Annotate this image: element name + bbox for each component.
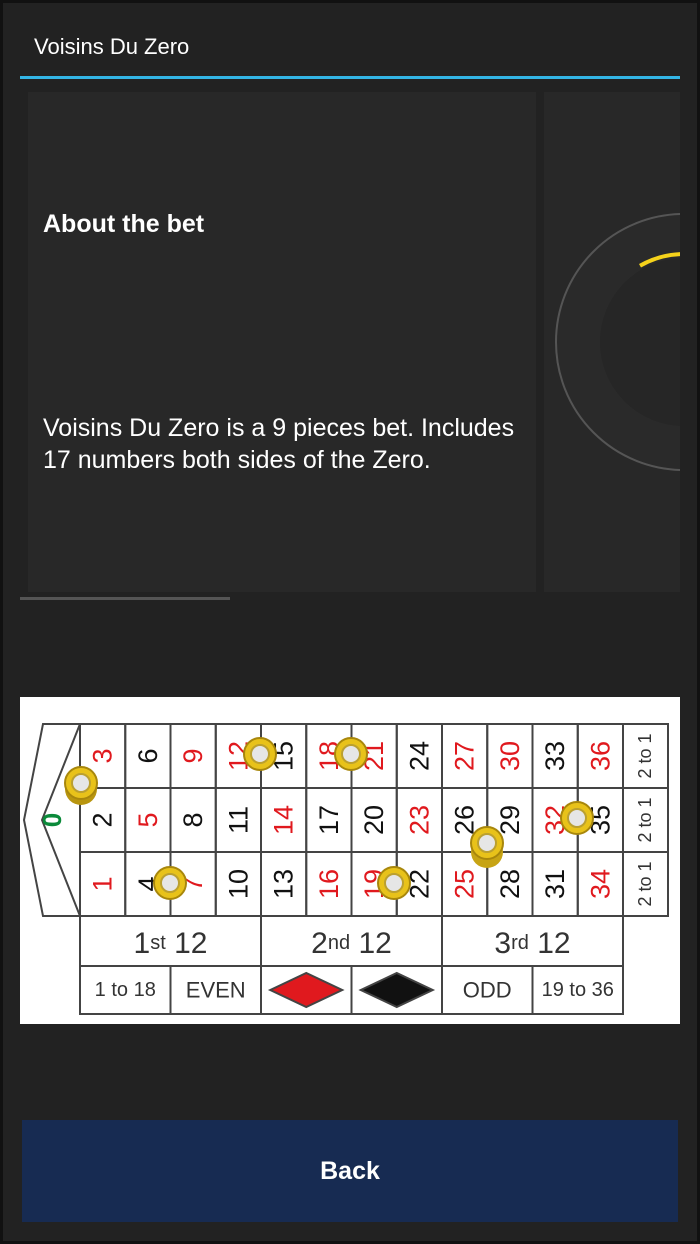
chip-center [567,808,587,828]
chip-center [160,873,180,893]
column-bet-label: 2 to 1 [635,797,655,842]
back-button[interactable]: Back [22,1120,678,1222]
number-label-5: 5 [133,812,163,827]
number-label-3: 3 [88,748,118,763]
roulette-table: 0 3 6 9 12 15 18 21 24 27 30 33 36 2 5 8 11 14 17 20 23 26 29 3… [20,697,680,1024]
number-label-14: 14 [269,805,299,835]
dozen-label: 2nd 12 [311,927,392,960]
chip-center [384,873,404,893]
zero-label: 0 [37,813,67,827]
number-label-1: 1 [88,876,118,891]
number-label-27: 27 [450,741,480,771]
dozen-label: 3rd 12 [494,927,570,960]
number-label-11: 11 [223,806,253,834]
chip-center [71,773,91,793]
black-diamond-icon [358,971,436,1009]
column-bet-label: 2 to 1 [635,733,655,778]
column-bet-label: 2 to 1 [635,861,655,906]
about-description: Voisins Du Zero is a 9 pieces bet. Inclu… [43,414,515,474]
number-label-10: 10 [223,869,253,899]
about-card[interactable]: About the bet Voisins Du Zero is a 9 pie… [28,92,536,592]
number-label-17: 17 [314,805,344,835]
outside-bet-label: EVEN [186,978,246,1003]
wheel-card[interactable]: 3512287291822931142013316 [544,92,680,592]
page-title: Voisins Du Zero [34,34,190,59]
about-heading: About the bet [43,210,205,238]
outside-bet-label: 19 to 36 [542,979,614,1001]
number-label-16: 16 [314,869,344,899]
chip-center [477,833,497,853]
number-label-31: 31 [540,869,570,899]
outside-bet-label: ODD [463,978,512,1003]
roulette-wheel-image: 3512287291822931142013316 [555,213,680,471]
number-label-8: 8 [178,812,208,827]
roulette-board: 03 6 9 12 15 18 21 24 27 30 33 362 5 8 11 14 17 20 23 26 29 3… [22,723,669,1015]
number-label-28: 28 [495,869,525,899]
number-label-20: 20 [359,805,389,835]
number-label-13: 13 [269,869,299,899]
dozen-label: 1st 12 [134,927,208,960]
number-label-30: 30 [495,741,525,771]
number-label-29: 29 [495,805,525,835]
number-label-26: 26 [450,805,480,835]
number-label-24: 24 [404,741,434,771]
number-label-6: 6 [133,748,163,763]
number-label-25: 25 [450,869,480,899]
outside-bet-label: 1 to 18 [95,979,156,1001]
number-label-2: 2 [88,812,118,827]
number-label-9: 9 [178,748,208,763]
page-indicator [20,597,230,600]
chip-center [341,744,361,764]
chip-center [250,744,270,764]
number-label-34: 34 [585,869,615,899]
number-label-36: 36 [585,741,615,771]
red-diamond-icon [267,971,345,1009]
number-label-23: 23 [404,805,434,835]
title-divider [20,76,680,79]
number-label-33: 33 [540,741,570,771]
